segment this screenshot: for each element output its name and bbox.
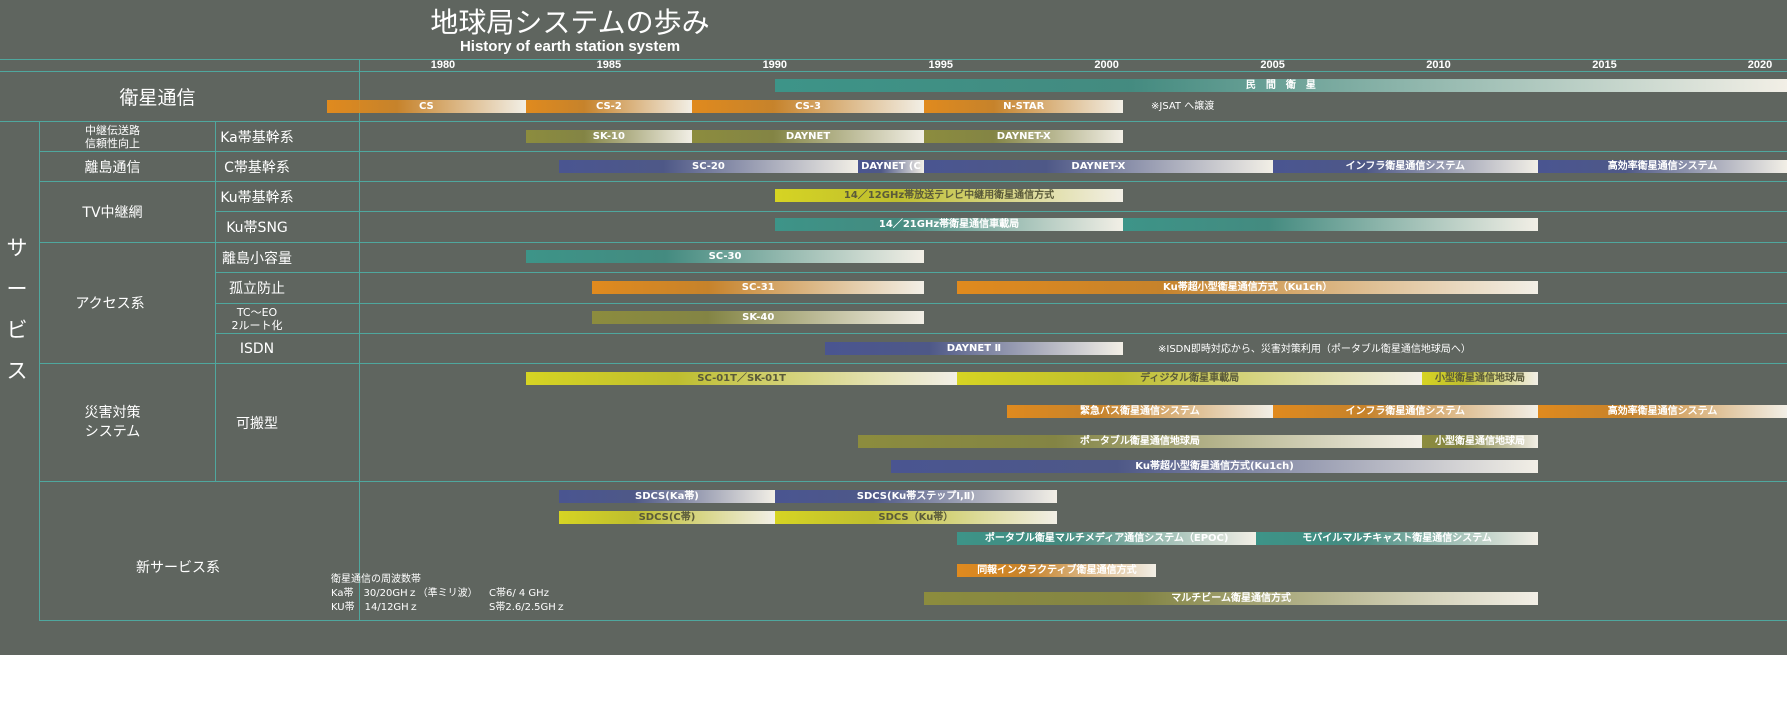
service-label-char: ー (6, 277, 28, 301)
frequency-s: S帯2.6/2.5GHｚ (489, 602, 566, 613)
label-ka-trunk: Ka帯基幹系 (220, 129, 294, 146)
timeline-bar-label: Ku帯超小型衛星通信方式(Ku1ch) (1135, 461, 1294, 472)
label-disaster: 災害対策 システム (84, 404, 141, 440)
label-service: サービス (0, 230, 34, 390)
timeline-bar-label: インフラ衛星通信システム (1345, 161, 1466, 172)
timeline-bar-label: DAYNET Ⅱ (946, 343, 1002, 354)
label-relay: 中継伝送路 信頼性向上 (85, 123, 140, 150)
timeline-bar-label: SC-30 (708, 251, 742, 262)
timeline-bar-label: 14／21GHz帯衛星通信車載局 (878, 219, 1020, 230)
timeline-bar-label: SDCS（Ku帯） (878, 512, 954, 523)
grid-line (359, 59, 360, 620)
timeline-bar (1123, 218, 1539, 231)
label-portable: 可搬型 (236, 415, 278, 432)
label-isdn: ISDN (239, 340, 275, 357)
timeline-bar-label: 緊急バス衛星通信システム (1080, 406, 1200, 417)
timeline-bar-label: マルチビーム衛星通信方式 (1171, 593, 1291, 604)
grid-line (39, 181, 1787, 182)
grid-line (215, 272, 1787, 273)
timeline-bar-label: 14／12GHz帯放送テレビ中継用衛星通信方式 (843, 190, 1055, 201)
label-island: 離島通信 (84, 159, 141, 176)
timeline-bar-label: SC-20 (692, 161, 725, 172)
timeline-bar-label: CS (419, 101, 434, 112)
grid-line (39, 151, 1787, 152)
timeline-bar-label: ポータブル衛星通信地球局 (1079, 436, 1200, 447)
note-jsat: ※JSAT へ譲渡 (1151, 101, 1215, 112)
label-new-service: 新サービス系 (136, 560, 220, 576)
service-label-char: ス (6, 359, 28, 383)
timeline-bar-label: モバイルマルチキャスト衛星通信システム (1302, 533, 1492, 544)
timeline-bar-label: 高効率衛星通信システム (1607, 406, 1718, 417)
chart-subtitle: History of earth station system (459, 38, 681, 55)
timeline-bar-label: CS-2 (595, 101, 622, 112)
timeline-bar-label: SDCS(C帯) (638, 512, 696, 523)
timeline-bar-label: SK-40 (742, 312, 775, 323)
grid-line (39, 620, 1787, 621)
label-ku-sng: Ku帯SNG (226, 220, 288, 236)
grid-line (39, 481, 1787, 482)
frequency-ku: KU帯 14/12GHｚ (331, 602, 419, 613)
label-tc-eo: TC～EO 2ルート化 (231, 305, 283, 332)
chart-title: 地球局システムの歩み (430, 6, 710, 39)
label-isolation: 孤立防止 (229, 281, 285, 297)
frequency-c: C帯6/ 4 GHz (489, 588, 549, 599)
timeline-bar-label: 高効率衛星通信システム (1607, 161, 1718, 172)
timeline-bar-label: DAYNET (785, 131, 831, 142)
label-tv: TV中継網 (82, 205, 143, 221)
timeline-bar-label: 同報インタラクティブ衛星通信方式 (977, 565, 1137, 576)
service-label-char: ビ (6, 318, 28, 342)
timeline-bar-label: ディジタル衛星車載局 (1140, 373, 1240, 384)
timeline-bar-label: CS-3 (795, 101, 821, 112)
timeline-bar-label: インフラ衛星通信システム (1345, 406, 1466, 417)
timeline-bar-label: DAYNET (C (861, 161, 921, 172)
grid-line (215, 333, 1787, 334)
grid-line (39, 242, 1787, 243)
timeline-bar-label: N-STAR (1003, 101, 1045, 112)
label-ku-trunk: Ku帯基幹系 (220, 189, 294, 206)
timeline-bar-label: 小型衛星通信地球局 (1435, 436, 1526, 447)
label-satellite-comm: 衛星通信 (119, 86, 196, 109)
label-c-trunk: C帯基幹系 (224, 159, 290, 176)
timeline-bar-label: 民 間 衛 星 (1245, 80, 1316, 91)
timeline-bar-label: SK-10 (592, 131, 625, 142)
timeline-bar-label: SC-01T／SK-01T (697, 373, 786, 384)
timeline-bar-label: DAYNET-X (1071, 161, 1126, 172)
frequency-title: 衛星通信の周波数帯 (331, 574, 421, 585)
frequency-ka: Ka帯 30/20GHｚ（準ミリ波） (331, 588, 478, 599)
service-label-char: サ (6, 236, 28, 260)
grid-line (0, 59, 1787, 60)
timeline-bar-label: DAYNET-X (996, 131, 1051, 142)
timeline-bar-label: Ku帯超小型衛星通信方式（Ku1ch） (1163, 282, 1333, 293)
label-island-small: 離島小容量 (222, 250, 292, 267)
frequency-legend: 衛星通信の周波数帯 Ka帯 30/20GHｚ（準ミリ波） C帯6/ 4 GHz … (331, 573, 566, 615)
timeline-bar-label: ポータブル衛星マルチメディア通信システム（EPOC) (984, 533, 1229, 544)
timeline-bar-label: SDCS(Ku帯ステップⅠ,Ⅱ) (856, 491, 975, 502)
grid-line (215, 211, 1787, 212)
timeline-bar-label: SC-31 (741, 282, 775, 293)
grid-line (215, 303, 1787, 304)
note-isdn: ※ISDN即時対応から、災害対策利用（ポータブル衛星通信地球局へ） (1158, 344, 1471, 355)
timeline-chart: 地球局システムの歩み History of earth station syst… (0, 0, 1787, 655)
grid-line (39, 363, 1787, 364)
timeline-bar-label: SDCS(Ka帯) (635, 491, 699, 502)
timeline-bar-label: 小型衛星通信地球局 (1435, 373, 1526, 384)
label-access: アクセス系 (75, 296, 145, 312)
